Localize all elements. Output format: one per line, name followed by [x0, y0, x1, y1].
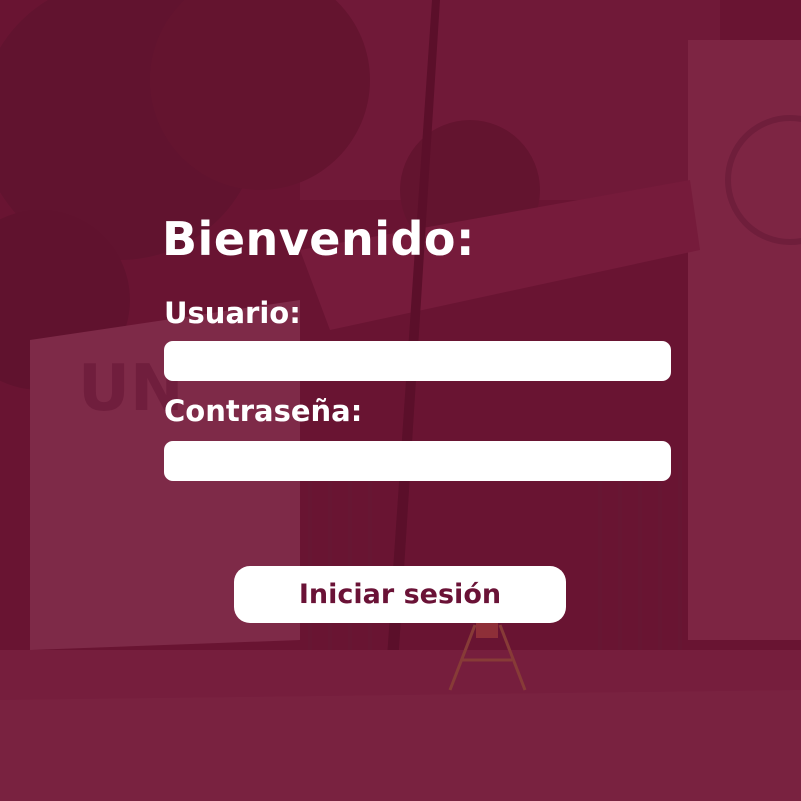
login-screen: UN Bienvenido: Usuario: Contraseña:: [0, 0, 801, 801]
username-label: Usuario:: [164, 296, 301, 330]
username-input[interactable]: [164, 341, 671, 381]
welcome-title: Bienvenido:: [162, 212, 475, 266]
password-label: Contraseña:: [164, 394, 363, 428]
password-input[interactable]: [164, 441, 671, 481]
color-overlay: [0, 0, 801, 801]
login-button[interactable]: Iniciar sesión: [234, 566, 566, 623]
